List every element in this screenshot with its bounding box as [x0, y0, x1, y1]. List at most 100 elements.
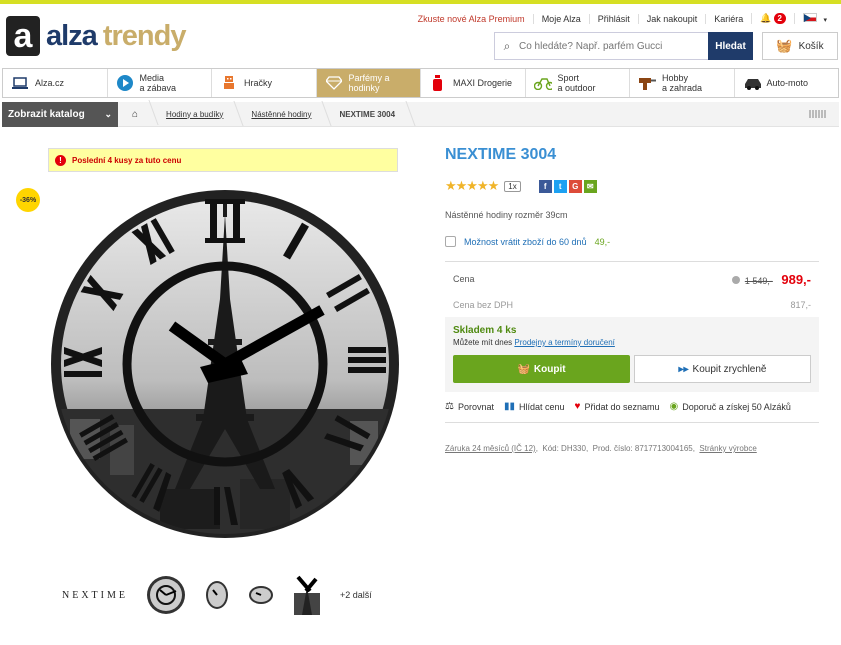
warranty-link[interactable]: Záruka 24 měsíců (IČ 12): [445, 444, 536, 453]
price-novat-row: Cena bez DPH 817,-: [445, 296, 819, 314]
search-input[interactable]: [519, 33, 708, 59]
rating-stars-icon[interactable]: ★★★★★: [445, 178, 499, 194]
thumbnail-strip: NEXTIME +2 další: [62, 575, 372, 615]
category-label: Hobby: [662, 73, 689, 83]
category-label: Parfémy a: [348, 73, 390, 83]
compare-action[interactable]: ⚖ Porovnat: [445, 401, 494, 412]
more-images-link[interactable]: +2 další: [340, 590, 372, 600]
grid-view-icon[interactable]: [809, 110, 827, 118]
old-price: 1 549,-: [744, 275, 773, 286]
category-alza[interactable]: Alza.cz: [3, 69, 107, 97]
category-media[interactable]: Media a zábava: [106, 69, 212, 97]
fast-forward-icon: ▸▸: [678, 363, 689, 375]
search-button[interactable]: Hledat: [708, 32, 753, 60]
bar-chart-icon: ▮▮: [504, 401, 516, 412]
premium-link[interactable]: Zkuste nové Alza Premium: [410, 14, 533, 24]
category-nav: Alza.cz Media a zábava Hračky Parfémy a ho…: [2, 68, 839, 98]
how-to-buy-link[interactable]: Jak nakoupit: [637, 13, 706, 24]
product-code: Kód: DH330,: [542, 444, 589, 453]
buy-button[interactable]: 🧺 Koupit: [453, 355, 630, 383]
breadcrumb-item[interactable]: Hodiny a budíky: [152, 110, 237, 119]
delivery-info: Můžete mít dnes Prodejny a termíny doruč…: [453, 338, 811, 347]
category-sport[interactable]: Sport a outdoor: [524, 69, 630, 97]
search-bar: ⌕ Hledat: [494, 32, 753, 60]
twitter-icon[interactable]: t: [553, 179, 567, 193]
chevron-down-icon: ▾: [823, 17, 827, 24]
action-label: Přidat do seznamu: [584, 401, 660, 412]
price-box: Cena 1 549,- 989,- Cena bez DPH 817,-: [445, 262, 819, 314]
category-label2: a outdoor: [557, 83, 596, 93]
info-icon[interactable]: [732, 275, 741, 284]
category-label2: hodinky: [348, 83, 380, 93]
return-label[interactable]: Možnost vrátit zboží do 60 dnů: [464, 237, 587, 247]
heart-icon: ♥: [574, 401, 581, 412]
category-toys[interactable]: Hračky: [211, 69, 316, 97]
czech-flag-icon: [802, 13, 817, 22]
delivery-link[interactable]: Prodejny a termíny doručení: [514, 338, 615, 347]
cart-button[interactable]: 🧺 Košík: [762, 32, 838, 60]
category-drugstore[interactable]: MAXI Drogerie: [420, 69, 525, 97]
google-plus-icon[interactable]: G: [568, 179, 582, 193]
return-checkbox[interactable]: [445, 236, 456, 247]
spray-icon: [429, 74, 447, 92]
current-price: 989,-: [781, 271, 811, 287]
logo-alza-text: alza: [46, 19, 98, 52]
buy-label: Koupit: [533, 363, 566, 375]
category-label2: a zahrada: [662, 83, 703, 93]
cart-label: Košík: [798, 40, 824, 52]
product-actions: ⚖ Porovnat ▮▮ Hlídat cenu ♥ Přidat do sezna…: [445, 401, 819, 423]
drill-icon: [638, 74, 656, 92]
language-selector[interactable]: ▾: [793, 13, 835, 24]
category-label: Auto-moto: [766, 78, 809, 88]
basket-icon: 🧺: [776, 38, 793, 53]
my-alza-link[interactable]: Moje Alza: [532, 13, 589, 24]
facebook-icon[interactable]: f: [538, 179, 552, 193]
catalog-button[interactable]: Zobrazit katalog ⌄: [2, 101, 118, 127]
product-meta: Záruka 24 měsíců (IČ 12), Kód: DH330, Pr…: [445, 444, 757, 453]
car-icon: [743, 74, 761, 92]
category-auto[interactable]: Auto-moto: [733, 69, 839, 97]
manufacturer-link[interactable]: Stránky výrobce: [699, 444, 756, 453]
quick-buy-button[interactable]: ▸▸ Koupit zrychleně: [634, 355, 811, 383]
brand-logo: NEXTIME: [62, 589, 128, 601]
logo-trendy-text: trendy: [102, 19, 187, 52]
product-title: NEXTIME 3004: [445, 146, 557, 163]
logo[interactable]: a alza trendy: [6, 16, 187, 56]
career-link[interactable]: Kariéra: [705, 13, 751, 24]
price-row: Cena 1 549,- 989,-: [445, 262, 819, 296]
category-label: Media: [139, 73, 165, 83]
share-buttons: f t G ✉: [538, 179, 597, 193]
category-label: Alza.cz: [35, 78, 65, 88]
search-icon: ⌕: [503, 38, 511, 53]
thumbnail[interactable]: [204, 580, 230, 610]
quick-buy-label: Koupit zrychleně: [692, 363, 767, 375]
recommend-action[interactable]: ◉ Doporuč a získej 50 Alzáků: [670, 401, 791, 412]
notification-badge: 2: [773, 13, 786, 24]
stock-warning: ! Poslední 4 kusy za tuto cenu: [48, 148, 398, 172]
breadcrumb-item[interactable]: Nástěnné hodiny: [237, 110, 325, 119]
catalog-label: Zobrazit katalog: [8, 108, 85, 120]
bell-icon: 🔔: [760, 13, 772, 23]
thumbnail[interactable]: [248, 585, 274, 605]
thumbnail[interactable]: [146, 575, 186, 615]
part-number: Prod. číslo: 8717713004165,: [592, 444, 695, 453]
diamond-icon: [325, 74, 343, 92]
robot-icon: [220, 74, 238, 92]
email-icon[interactable]: ✉: [583, 179, 597, 193]
thumbnail[interactable]: [292, 575, 322, 615]
play-icon: [116, 74, 134, 92]
top-links: Zkuste nové Alza Premium Moje Alza Přihl…: [410, 13, 835, 24]
product-image[interactable]: [50, 189, 400, 539]
notifications-button[interactable]: 🔔 2: [751, 13, 794, 24]
rating-count[interactable]: 1x: [504, 180, 521, 192]
category-perfume-watches[interactable]: Parfémy a hodinky: [315, 69, 420, 97]
category-label: Sport: [557, 73, 580, 83]
watch-price-action[interactable]: ▮▮ Hlídat cenu: [504, 401, 565, 412]
add-to-list-action[interactable]: ♥ Přidat do seznamu: [575, 401, 660, 412]
home-icon[interactable]: ⌂: [118, 109, 152, 120]
category-hobby[interactable]: Hobby a zahrada: [629, 69, 734, 97]
category-label2: a zábava: [139, 83, 177, 93]
login-link[interactable]: Přihlásit: [588, 13, 638, 24]
breadcrumb: Zobrazit katalog ⌄ ⌂ Hodiny a budíky Nás…: [2, 101, 839, 127]
warning-text: Poslední 4 kusy za tuto cenu: [72, 155, 182, 165]
